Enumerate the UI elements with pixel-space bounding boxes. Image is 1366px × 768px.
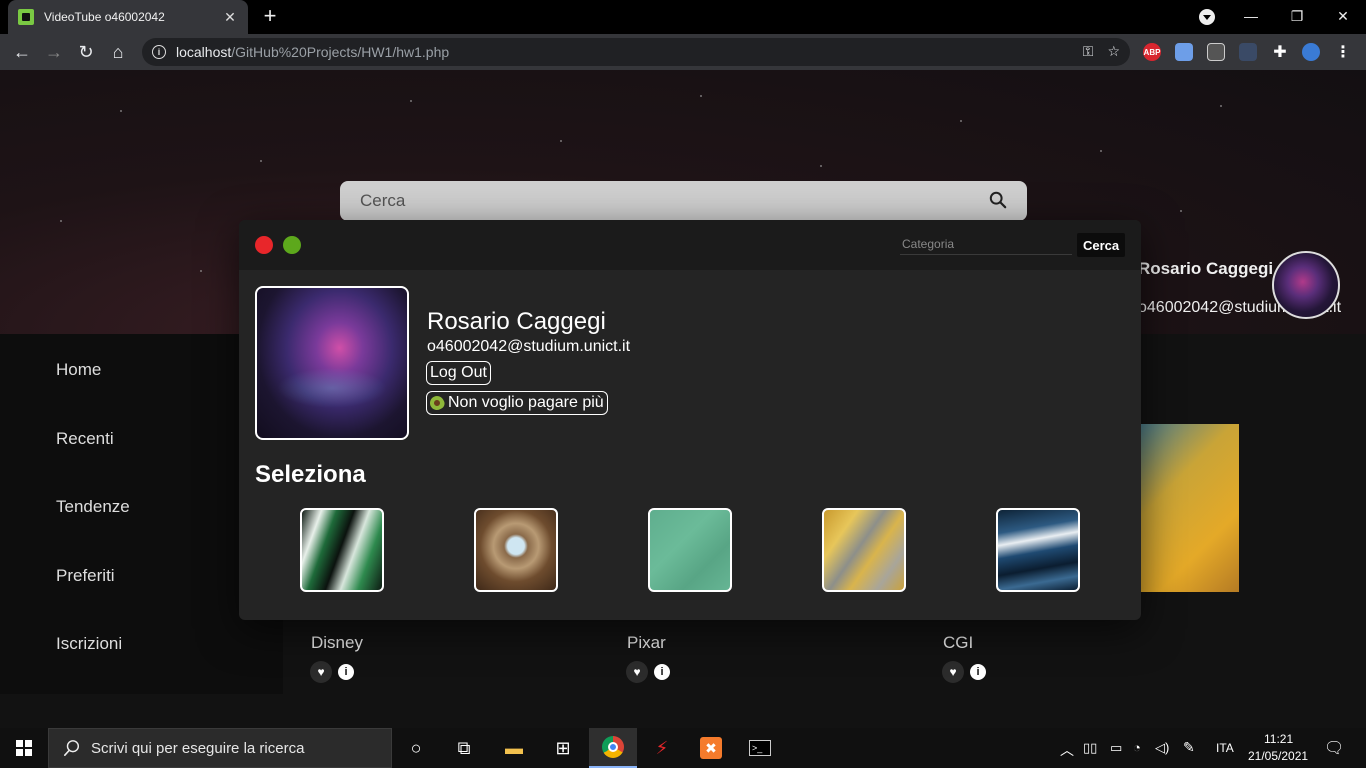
header-avatar[interactable] <box>1272 251 1340 319</box>
profile-email: o46002042@studium.unict.it <box>427 338 631 355</box>
unsubscribe-label: Non voglio pagare più <box>448 394 604 411</box>
green-marble-swatch[interactable] <box>300 508 384 592</box>
taskbar-search-icon <box>63 740 80 757</box>
category-input[interactable] <box>900 233 1072 255</box>
sidebar-item-preferiti[interactable]: Preferiti <box>56 566 115 586</box>
new-tab-button[interactable]: + <box>258 5 282 27</box>
add-favorite-heart-icon[interactable]: ♥ <box>310 661 332 683</box>
extension-grid-icon[interactable] <box>1207 43 1225 61</box>
info-icon[interactable]: i <box>338 664 354 680</box>
cortana-icon[interactable]: ○ <box>392 728 440 768</box>
flash-app-icon[interactable]: ⚡ <box>638 728 686 768</box>
language-indicator[interactable]: ITA <box>1216 741 1234 755</box>
maximize-dot-button[interactable] <box>283 236 301 254</box>
tab-title: VideoTube o46002042 <box>44 10 165 24</box>
reload-icon[interactable]: ↻ <box>74 40 98 64</box>
battery-icon[interactable]: ▭ <box>1110 740 1122 756</box>
profile-modal: Cerca Rosario Caggegi o46002042@studium.… <box>239 220 1141 620</box>
tray-app-icon[interactable]: ▯▯ <box>1083 740 1097 756</box>
puzzle-extensions-icon[interactable]: ✚ <box>1271 43 1289 61</box>
clock-time[interactable]: 11:21 <box>1264 732 1293 746</box>
add-favorite-heart-icon[interactable]: ♥ <box>942 661 964 683</box>
sidebar-item-tendenze[interactable]: Tendenze <box>56 497 130 517</box>
profile-picture[interactable] <box>255 286 409 440</box>
browser-tab[interactable]: VideoTube o46002042 ✕ <box>8 0 248 34</box>
windows-taskbar: Scrivi qui per eseguire la ricerca ○ ⧉ ▬… <box>0 728 1366 768</box>
restore-icon[interactable]: ❐ <box>1274 0 1320 32</box>
tray-chevron-icon[interactable]: ︿ <box>1060 740 1074 760</box>
volume-icon[interactable]: ◁) <box>1155 740 1169 756</box>
browser-profile-dropdown-icon[interactable] <box>1199 9 1215 25</box>
terminal-icon[interactable]: >_ <box>736 728 784 768</box>
sidebar-item-iscrizioni[interactable]: Iscrizioni <box>56 634 122 654</box>
bookmark-star-icon[interactable]: ☆ <box>1107 43 1120 60</box>
golden-aerial-swatch[interactable] <box>822 508 906 592</box>
browser-tab-bar: VideoTube o46002042 ✕ + — ❐ ✕ <box>0 0 1366 34</box>
adblock-plus-icon[interactable]: ABP <box>1143 43 1161 61</box>
browser-toolbar: ← → ↻ ⌂ i localhost /GitHub%20Projects/H… <box>0 34 1366 70</box>
card-category: Disney <box>311 633 363 652</box>
home-icon[interactable]: ⌂ <box>106 40 130 64</box>
site-info-icon[interactable]: i <box>152 45 166 59</box>
pen-icon[interactable]: ✎ <box>1183 739 1195 756</box>
teal-texture-swatch[interactable] <box>648 508 732 592</box>
sidebar-item-home[interactable]: Home <box>56 360 101 380</box>
gold-geometric-swatch[interactable] <box>474 508 558 592</box>
back-arrow-icon[interactable]: ← <box>10 40 34 64</box>
chrome-icon[interactable] <box>589 728 637 768</box>
key-icon[interactable]: ⚿ <box>1083 43 1094 60</box>
xampp-icon[interactable]: ✖ <box>687 728 735 768</box>
profile-avatar-icon[interactable] <box>1302 43 1320 61</box>
main-search-input[interactable] <box>360 191 960 211</box>
search-icon[interactable] <box>989 191 1007 209</box>
info-icon[interactable]: i <box>970 664 986 680</box>
logout-button[interactable]: Log Out <box>426 361 491 385</box>
notifications-icon[interactable]: 🗨 <box>1324 738 1344 758</box>
video-thumbnail[interactable] <box>1140 424 1239 592</box>
taskbar-search-box[interactable]: Scrivi qui per eseguire la ricerca <box>48 728 392 768</box>
clock-date[interactable]: 21/05/2021 <box>1248 749 1308 763</box>
taskbar-search-placeholder: Scrivi qui per eseguire la ricerca <box>91 739 305 757</box>
address-bar[interactable]: i localhost /GitHub%20Projects/HW1/hw1.p… <box>142 38 1130 66</box>
card-category: Pixar <box>627 633 666 652</box>
ocean-waves-swatch[interactable] <box>996 508 1080 592</box>
forward-arrow-icon[interactable]: → <box>42 40 66 64</box>
info-icon[interactable]: i <box>654 664 670 680</box>
task-view-icon[interactable]: ⧉ <box>440 728 488 768</box>
url-host: localhost <box>176 44 232 60</box>
sidebar-item-recenti[interactable]: Recenti <box>56 429 114 449</box>
file-explorer-icon[interactable]: ▬ <box>490 728 538 768</box>
select-heading: Seleziona <box>255 461 366 488</box>
unsubscribe-button[interactable]: Non voglio pagare più <box>426 391 608 415</box>
minimize-icon[interactable]: — <box>1228 0 1274 32</box>
window-close-icon[interactable]: ✕ <box>1320 0 1366 32</box>
videotube-favicon-icon <box>18 9 34 25</box>
category-search-button[interactable]: Cerca <box>1077 233 1126 257</box>
windows-start-icon[interactable] <box>16 740 32 756</box>
wifi-icon[interactable]: ◔ <box>1133 740 1141 755</box>
page-content: Rosario Caggegi o46002042@studium.unict.… <box>0 70 1366 728</box>
close-dot-button[interactable] <box>255 236 273 254</box>
modal-header: Cerca <box>239 220 1141 270</box>
card-category: CGI <box>943 633 974 652</box>
header-user-name: Rosario Caggegi <box>1138 259 1274 278</box>
tab-close-icon[interactable]: ✕ <box>222 9 238 26</box>
browser-menu-icon[interactable]: ⋮ <box>1334 43 1352 61</box>
avocado-icon <box>427 393 447 413</box>
add-favorite-heart-icon[interactable]: ♥ <box>626 661 648 683</box>
extension-dots-icon[interactable] <box>1239 43 1257 61</box>
extension-cast-icon[interactable] <box>1175 43 1193 61</box>
main-search-bar[interactable] <box>340 181 1027 221</box>
store-icon[interactable]: ⊞ <box>539 728 587 768</box>
profile-name: Rosario Caggegi <box>427 308 606 335</box>
url-path: /GitHub%20Projects/HW1/hw1.php <box>231 44 450 60</box>
